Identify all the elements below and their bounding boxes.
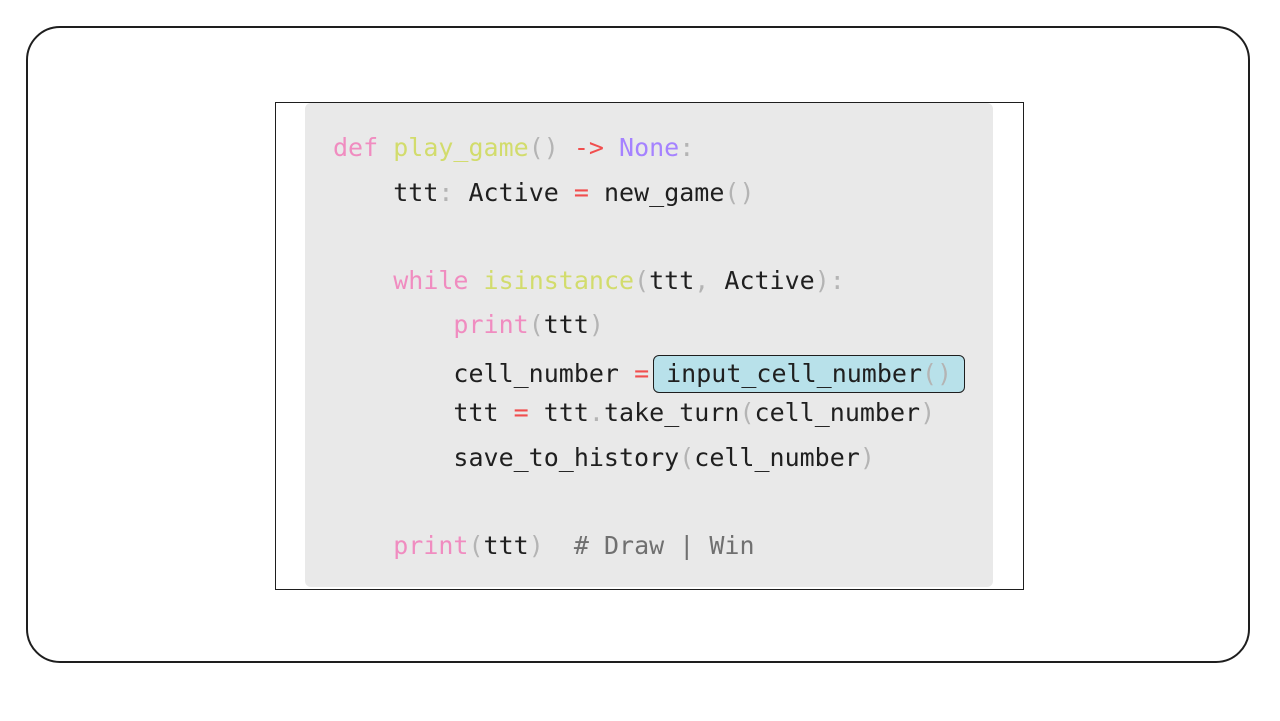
assign-operator: =: [573, 178, 589, 207]
arg-ttt: ttt: [483, 531, 529, 560]
rparen: ): [920, 398, 936, 427]
assign-operator: =: [513, 398, 529, 427]
rparen: ): [528, 531, 544, 560]
code-line-5: cell_number = input_cell_number(): [333, 355, 966, 393]
rparen: ): [859, 443, 875, 472]
variable-ttt: ttt: [453, 398, 499, 427]
code-line-4: print(ttt): [333, 310, 604, 340]
rparen: ): [588, 310, 604, 339]
arg-ttt: ttt: [649, 266, 695, 295]
rparen: ): [814, 266, 830, 295]
variable-cell-number: cell_number: [453, 359, 619, 388]
parens: (): [528, 133, 559, 162]
arg-cell-number: cell_number: [694, 443, 860, 472]
highlighted-call-input-cell-number: input_cell_number(): [653, 355, 966, 393]
code-line-3: while isinstance(ttt, Active):: [333, 266, 845, 296]
lparen: (: [468, 531, 484, 560]
variable-ttt: ttt: [393, 178, 439, 207]
call-print: print: [393, 531, 469, 560]
arg-ttt: ttt: [543, 310, 589, 339]
return-type: None: [619, 133, 680, 162]
colon: :: [679, 133, 695, 162]
type-active: Active: [468, 178, 559, 207]
colon: :: [829, 266, 845, 295]
lparen: (: [528, 310, 544, 339]
lparen: (: [679, 443, 695, 472]
parens: (): [724, 178, 755, 207]
dot: .: [588, 398, 604, 427]
code-background: [305, 103, 993, 587]
lparen: (: [739, 398, 755, 427]
parens: (): [922, 359, 953, 388]
call-isinstance: isinstance: [483, 266, 635, 295]
arg-cell-number: cell_number: [754, 398, 921, 427]
code-line-8: print(ttt) # Draw | Win: [333, 531, 755, 561]
method-take-turn: take_turn: [603, 398, 740, 427]
code-line-6: ttt = ttt.take_turn(cell_number): [333, 398, 935, 428]
code-snippet-box: def play_game() -> None: ttt: Active = n…: [275, 102, 1024, 590]
keyword-def: def: [333, 133, 379, 162]
call-new-game: new_game: [604, 178, 725, 207]
comment: # Draw | Win: [573, 531, 755, 560]
keyword-while: while: [393, 266, 469, 295]
arg-active: Active: [724, 266, 815, 295]
return-arrow: ->: [573, 133, 604, 162]
colon: :: [438, 178, 454, 207]
code-line-1: def play_game() -> None:: [333, 133, 694, 163]
object-ttt: ttt: [543, 398, 589, 427]
lparen: (: [634, 266, 650, 295]
assign-operator: =: [634, 359, 650, 388]
call-input-cell-number: input_cell_number: [666, 359, 922, 388]
call-print: print: [453, 310, 529, 339]
comma: ,: [694, 266, 710, 295]
call-save-to-history: save_to_history: [453, 443, 680, 472]
code-line-2: ttt: Active = new_game(): [333, 178, 755, 208]
function-name: play_game: [393, 133, 529, 162]
code-line-7: save_to_history(cell_number): [333, 443, 875, 473]
